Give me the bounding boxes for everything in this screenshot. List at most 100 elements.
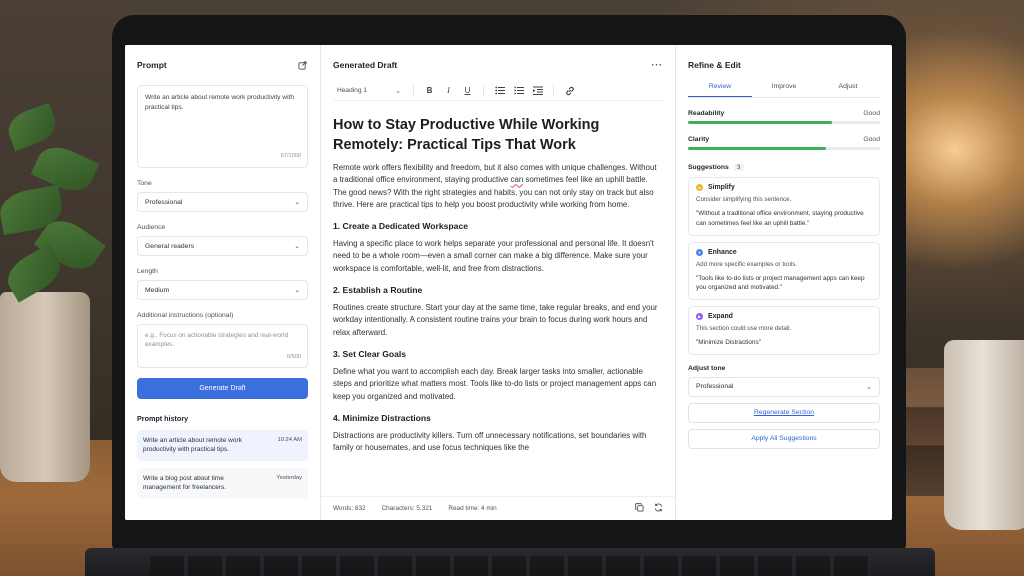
refresh-icon[interactable]: [654, 503, 663, 514]
suggestion-type: Enhance: [708, 248, 737, 256]
toolbar-divider: [483, 84, 484, 97]
play-icon: ▶: [696, 313, 703, 321]
additional-char-counter: 0/500: [287, 353, 301, 360]
audience-select[interactable]: General readers ⌄: [137, 236, 308, 256]
flagged-word[interactable]: can: [511, 175, 524, 184]
tab-review[interactable]: Review: [688, 83, 752, 97]
suggestion-card-enhance[interactable]: ✦ Enhance Add more specific examples or …: [688, 241, 880, 301]
section-body: Routines create structure. Start your da…: [333, 303, 658, 337]
adjust-tone-label: Adjust tone: [688, 364, 726, 372]
suggestions-title: Suggestions 3: [688, 164, 880, 171]
tab-adjust[interactable]: Adjust: [816, 83, 880, 97]
prompt-history-title: Prompt history: [137, 414, 189, 423]
prompt-char-counter: 67/1000: [280, 153, 301, 160]
suggestion-quote: "Tools like to-do lists or project manag…: [696, 274, 865, 292]
prompt-panel: Prompt Write an article about remote wor…: [125, 45, 321, 520]
chevron-down-icon: ⌄: [294, 199, 300, 206]
numbered-list-icon[interactable]: [509, 83, 528, 99]
underline-button[interactable]: U: [458, 83, 477, 99]
adjust-tone-select[interactable]: Professional ⌄: [688, 376, 880, 397]
refine-panel-header: Refine & Edit: [688, 57, 880, 73]
lightbulb-icon: ●: [696, 184, 703, 191]
format-toolbar: Heading 1 ⌄ B I U: [333, 81, 663, 101]
italic-button[interactable]: I: [439, 83, 458, 99]
toolbar-divider: [413, 84, 414, 97]
document-intro: Remote work offers flexibility and freed…: [333, 163, 657, 209]
section-heading: 2. Establish a Routine: [333, 285, 423, 296]
chevron-down-icon: ⌄: [294, 243, 300, 250]
history-item-time: 10:24 AM: [277, 437, 303, 443]
metric-bar: [688, 121, 880, 124]
prompt-textarea[interactable]: Write an article about remote work produ…: [137, 85, 308, 168]
section-heading: 1. Create a Dedicated Workspace: [333, 221, 469, 232]
draft-footer: Words: 832 Characters: 5,321 Read time: …: [321, 496, 675, 520]
metric-label: Clarity: [688, 136, 710, 143]
tone-select[interactable]: Professional ⌄: [137, 192, 308, 212]
history-item[interactable]: Write a blog post about time management …: [137, 467, 308, 499]
tone-label: Tone: [137, 180, 152, 187]
coffee-mug: [944, 340, 1024, 530]
section-body: Define what you want to accomplish each …: [333, 366, 657, 401]
metric-bar-fill: [688, 121, 832, 124]
indent-icon[interactable]: [528, 83, 547, 99]
history-item-time: Yesterday: [276, 474, 302, 481]
length-select[interactable]: Medium ⌄: [137, 280, 308, 300]
generate-draft-button[interactable]: Generate Draft: [137, 378, 308, 399]
metric-value: Good: [863, 110, 880, 117]
chevron-down-icon: ⌄: [866, 383, 872, 391]
adjust-tone-value: Professional: [696, 383, 734, 391]
laptop-screen: Prompt Write an article about remote wor…: [125, 45, 892, 520]
apply-all-suggestions-button[interactable]: Apply All Suggestions: [688, 428, 880, 449]
link-icon[interactable]: [560, 83, 579, 99]
bullet-list-icon[interactable]: [490, 83, 509, 99]
section-body: Distractions are productivity killers. T…: [333, 430, 647, 453]
section-heading: 3. Set Clear Goals: [333, 348, 407, 359]
read-time: Read time: 4 min: [448, 505, 497, 512]
length-value: Medium: [145, 286, 170, 294]
additional-instructions-label: Additional instructions (optional): [137, 312, 234, 319]
document-title: How to Stay Productive While Working Rem…: [333, 117, 600, 153]
tone-value: Professional: [145, 198, 183, 206]
plant-pot: [0, 292, 90, 482]
clarity-metric: Clarity Good: [688, 136, 880, 150]
toolbar-divider: [553, 84, 554, 97]
readability-metric: Readability Good: [688, 110, 880, 124]
suggestion-desc: This section could use more detail.: [696, 325, 792, 333]
suggestion-card-simplify[interactable]: ● Simplify Consider simplifying this sen…: [688, 177, 880, 236]
suggestion-desc: Consider simplifying this sentence.: [696, 196, 792, 203]
tab-improve[interactable]: Improve: [752, 83, 816, 97]
regenerate-section-button[interactable]: Regenerate Section: [688, 402, 880, 423]
section-body: Having a specific place to work helps se…: [333, 239, 654, 273]
draft-document[interactable]: How to Stay Productive While Working Rem…: [321, 101, 675, 473]
chevron-down-icon: ⌄: [395, 87, 401, 95]
history-item[interactable]: Write an article about remote work produ…: [137, 430, 308, 461]
heading-style-select[interactable]: Heading 1 ⌄: [333, 87, 407, 95]
character-count: Characters: 5,321: [381, 505, 433, 512]
section-heading: 4. Minimize Distractions: [333, 412, 431, 423]
suggestion-type: Simplify: [708, 184, 735, 191]
length-label: Length: [137, 268, 158, 275]
chevron-down-icon: ⌄: [294, 287, 300, 294]
suggestion-quote: "Without a traditional office environmen…: [696, 210, 864, 227]
audience-label: Audience: [137, 224, 166, 231]
copy-icon[interactable]: [635, 503, 644, 514]
audience-value: General readers: [145, 242, 195, 250]
sparkle-icon: ✦: [696, 248, 703, 256]
suggestion-card-expand[interactable]: ▶ Expand This section could use more det…: [688, 306, 880, 355]
draft-panel-title: Generated Draft: [333, 60, 398, 70]
draft-panel: Generated Draft ··· Heading 1 ⌄ B I U Ho…: [321, 45, 676, 520]
bold-button[interactable]: B: [420, 83, 439, 99]
additional-instructions-input[interactable]: e.g., Focus on actionable strategies and…: [137, 324, 308, 368]
prompt-panel-title: Prompt: [137, 60, 167, 70]
suggestion-quote: "Minimize Distractions": [696, 339, 761, 347]
draft-panel-header: Generated Draft ···: [333, 57, 663, 73]
additional-instructions-placeholder: e.g., Focus on actionable strategies and…: [145, 332, 289, 349]
laptop-keyboard: [150, 556, 870, 576]
history-item-text: Write an article about remote work produ…: [143, 437, 242, 454]
open-external-icon[interactable]: [296, 59, 308, 71]
metric-value: Good: [863, 136, 880, 143]
ellipsis-icon[interactable]: ···: [651, 59, 663, 71]
refine-panel-title: Refine & Edit: [688, 60, 741, 70]
metric-bar-fill: [688, 147, 827, 150]
metric-bar: [688, 147, 880, 150]
